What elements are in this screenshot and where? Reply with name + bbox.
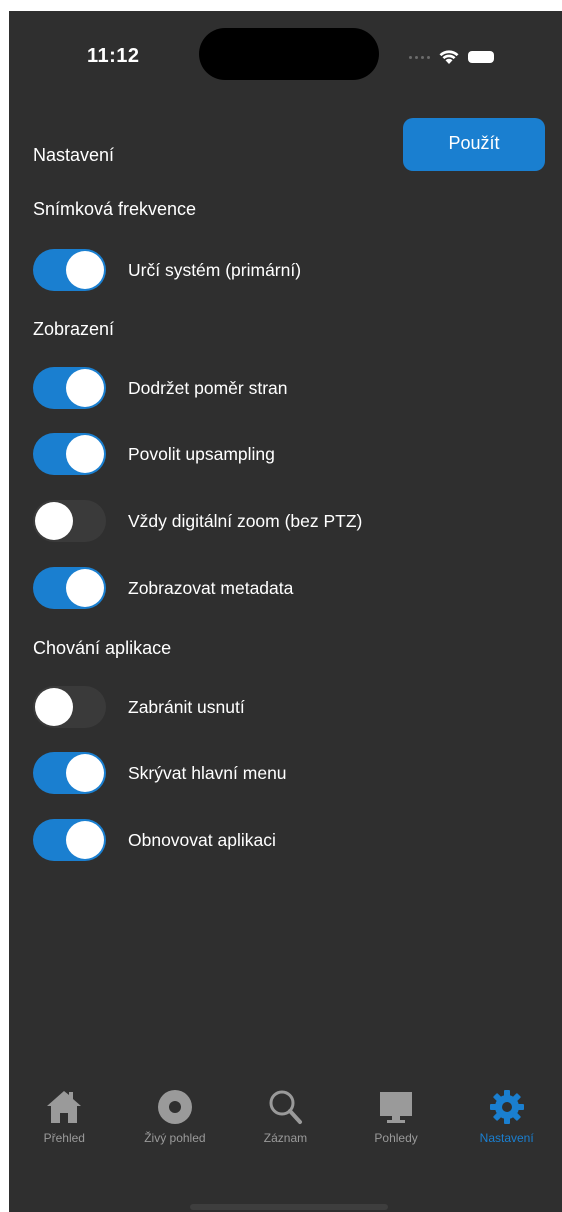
setting-label: Skrývat hlavní menu [128, 762, 287, 783]
toggle-knob [66, 821, 104, 859]
tab-views[interactable]: Pohledy [341, 1079, 452, 1169]
monitor-icon [376, 1087, 416, 1127]
setting-label: Dodržet poměr stran [128, 377, 288, 398]
status-indicators [409, 49, 494, 65]
section-title-frame-rate: Snímková frekvence [33, 199, 197, 219]
toggle-knob [66, 435, 104, 473]
setting-label: Určí systém (primární) [128, 259, 302, 280]
tab-recording[interactable]: Záznam [230, 1079, 341, 1169]
tab-bar: Přehled Živý pohled Záznam Pohledy Nasta… [9, 1079, 562, 1169]
toggle-knob [66, 569, 104, 607]
magnifier-icon [265, 1087, 305, 1127]
status-time: 11:12 [87, 45, 140, 67]
live-circle-icon [155, 1087, 195, 1127]
toggle-knob [35, 502, 73, 540]
setting-label: Povolit upsampling [128, 443, 275, 464]
setting-label: Vždy digitální zoom (bez PTZ) [128, 510, 363, 531]
gear-icon [487, 1087, 527, 1127]
setting-row-refresh-app[interactable]: Obnovovat aplikaci [33, 818, 276, 862]
wifi-icon [439, 50, 459, 64]
setting-row-upsampling[interactable]: Povolit upsampling [33, 432, 275, 476]
house-icon [44, 1087, 84, 1127]
toggle-aspect-ratio[interactable] [33, 367, 106, 409]
setting-row-hide-menu[interactable]: Skrývat hlavní menu [33, 751, 287, 795]
tab-live-view[interactable]: Živý pohled [120, 1079, 231, 1169]
section-title-display: Zobrazení [33, 319, 115, 339]
tab-label: Nastavení [479, 1131, 534, 1145]
toggle-system-decides[interactable] [33, 249, 106, 291]
toggle-digital-zoom[interactable] [33, 500, 106, 542]
tab-overview[interactable]: Přehled [9, 1079, 120, 1169]
setting-row-system-decides[interactable]: Určí systém (primární) [33, 248, 301, 292]
apply-button[interactable]: Použít [403, 118, 545, 171]
setting-row-aspect-ratio[interactable]: Dodržet poměr stran [33, 366, 288, 410]
toggle-hide-menu[interactable] [33, 752, 106, 794]
toggle-knob [66, 251, 104, 289]
home-indicator[interactable] [190, 1204, 388, 1210]
tab-label: Živý pohled [144, 1131, 206, 1145]
battery-icon [468, 51, 494, 63]
tab-settings[interactable]: Nastavení [451, 1079, 562, 1169]
tab-label: Záznam [263, 1131, 308, 1145]
section-title-app-behavior: Chování aplikace [33, 638, 172, 658]
setting-row-prevent-sleep[interactable]: Zabránit usnutí [33, 685, 245, 729]
toggle-upsampling[interactable] [33, 433, 106, 475]
setting-label: Obnovovat aplikaci [128, 829, 276, 850]
setting-row-digital-zoom[interactable]: Vždy digitální zoom (bez PTZ) [33, 499, 362, 543]
tab-label: Pohledy [374, 1131, 418, 1145]
toggle-knob [66, 754, 104, 792]
setting-label: Zabránit usnutí [128, 696, 245, 717]
dynamic-island [199, 28, 379, 80]
settings-screen: 11:12 Použít Nastavení Snímková frekvenc… [9, 11, 562, 1212]
setting-label: Zobrazovat metadata [128, 577, 294, 598]
tab-label: Přehled [43, 1131, 85, 1145]
toggle-metadata[interactable] [33, 567, 106, 609]
signal-icon [409, 55, 430, 59]
setting-row-metadata[interactable]: Zobrazovat metadata [33, 566, 293, 610]
toggle-prevent-sleep[interactable] [33, 686, 106, 728]
toggle-knob [35, 688, 73, 726]
toggle-refresh-app[interactable] [33, 819, 106, 861]
page-title: Nastavení [33, 145, 115, 165]
toggle-knob [66, 369, 104, 407]
